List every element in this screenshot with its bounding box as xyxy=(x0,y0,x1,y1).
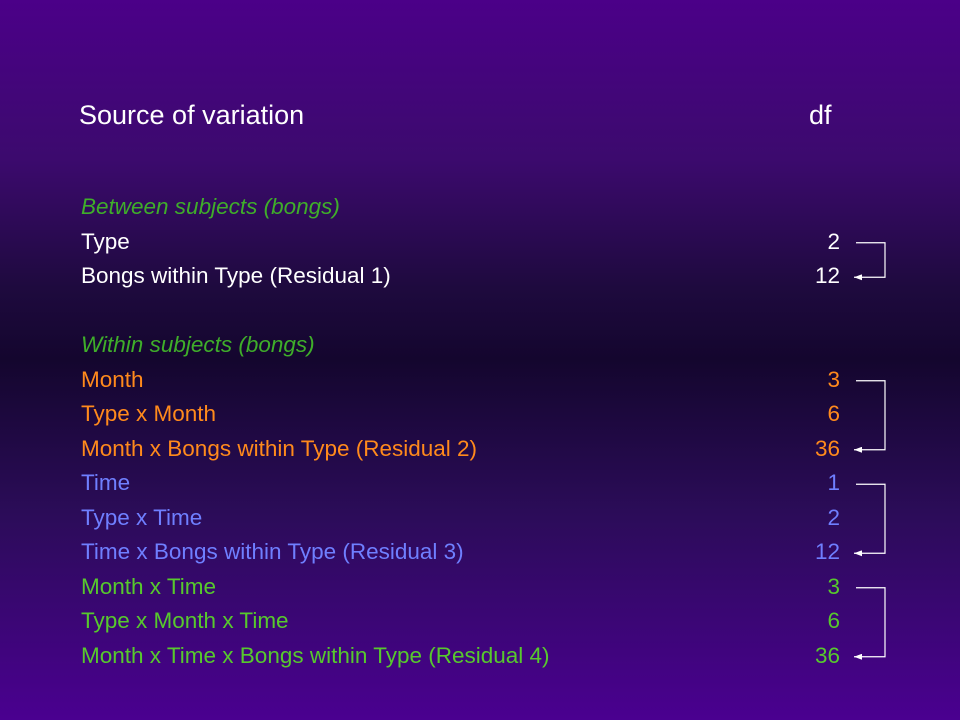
error-term-bracket xyxy=(854,242,886,281)
error-term-arrows xyxy=(854,242,886,660)
error-term-bracket xyxy=(854,483,886,557)
error-term-bracket xyxy=(854,380,886,453)
error-term-bracket xyxy=(854,587,886,660)
